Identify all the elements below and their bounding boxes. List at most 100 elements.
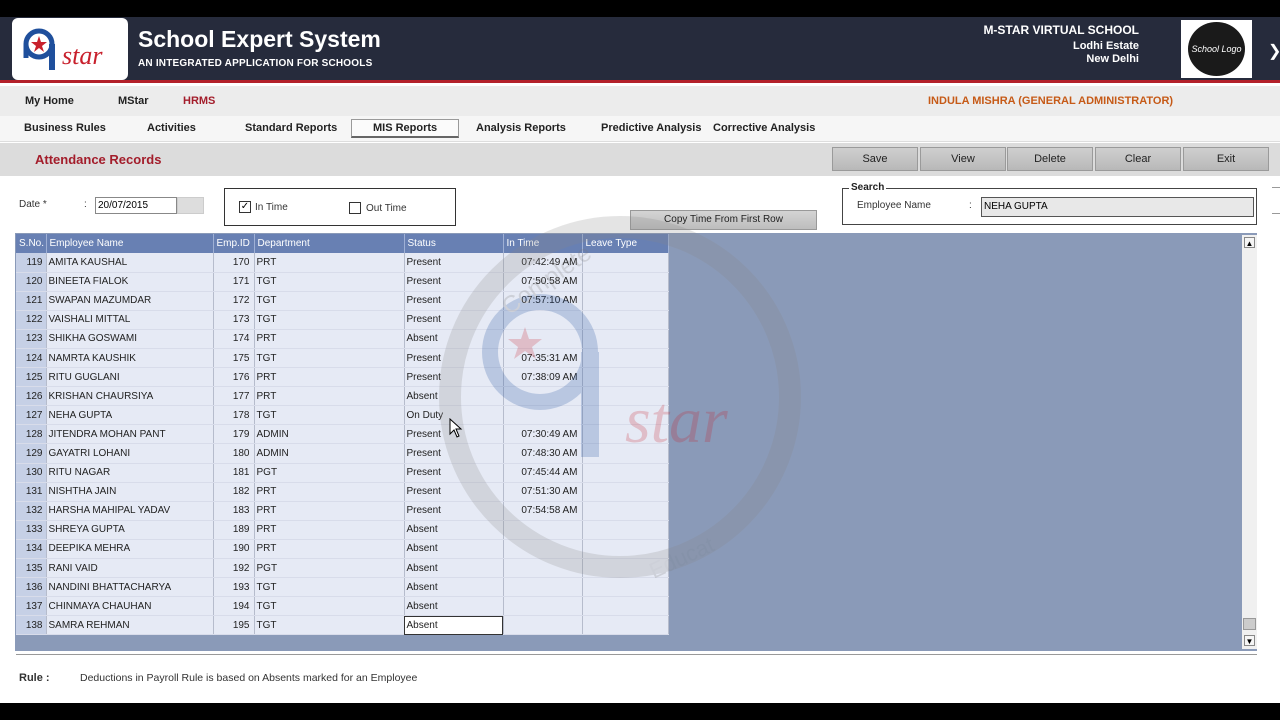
cell-department[interactable]: TGT [254, 291, 405, 311]
table-row[interactable]: 123 SHIKHA GOSWAMI 174 PRT Absent [16, 329, 669, 349]
cell-department[interactable]: ADMIN [254, 424, 405, 445]
cell-employee-name[interactable]: SAMRA REHMAN [46, 615, 214, 636]
cell-status[interactable]: Absent [404, 520, 504, 540]
table-row[interactable]: 137 CHINMAYA CHAUHAN 194 TGT Absent [16, 596, 669, 617]
cell-employee-name[interactable]: RITU NAGAR [46, 463, 214, 483]
cell-sno[interactable]: 125 [16, 367, 47, 388]
cell-employee-name[interactable]: BINEETA FIALOK [46, 272, 214, 292]
cell-in-time[interactable] [503, 386, 583, 407]
cell-emp-id[interactable]: 178 [213, 405, 255, 426]
view-button[interactable]: View [920, 147, 1006, 171]
nav-hrms[interactable]: HRMS [183, 95, 215, 107]
cell-status[interactable]: Present [404, 348, 504, 369]
cell-sno[interactable]: 135 [16, 558, 47, 579]
cell-in-time[interactable] [503, 520, 583, 540]
table-row[interactable]: 131 NISHTHA JAIN 182 PRT Present 07:51:30 AM [16, 482, 669, 502]
cell-leave-type[interactable] [582, 443, 669, 464]
cell-sno[interactable]: 119 [16, 253, 47, 273]
column-header-employee-name[interactable]: Employee Name [46, 234, 214, 253]
scroll-down-icon[interactable]: ▼ [1244, 635, 1255, 646]
cell-emp-id[interactable]: 179 [213, 424, 255, 445]
table-row[interactable]: 134 DEEPIKA MEHRA 190 PRT Absent [16, 539, 669, 560]
cell-emp-id[interactable]: 183 [213, 501, 255, 521]
cell-leave-type[interactable] [582, 253, 669, 273]
cell-status[interactable]: Absent [404, 615, 504, 636]
cell-status[interactable]: Absent [404, 596, 504, 617]
cell-sno[interactable]: 131 [16, 482, 47, 502]
cell-emp-id[interactable]: 195 [213, 615, 255, 636]
cell-in-time[interactable]: 07:35:31 AM [503, 348, 583, 369]
cell-in-time[interactable]: 07:50:58 AM [503, 272, 583, 292]
table-row[interactable]: 126 KRISHAN CHAURSIYA 177 PRT Absent [16, 386, 669, 407]
cell-department[interactable]: ADMIN [254, 443, 405, 464]
cell-employee-name[interactable]: SHIKHA GOSWAMI [46, 329, 214, 349]
cell-department[interactable]: PRT [254, 520, 405, 540]
cell-sno[interactable]: 137 [16, 596, 47, 617]
delete-button[interactable]: Delete [1007, 147, 1093, 171]
cell-employee-name[interactable]: SHREYA GUPTA [46, 520, 214, 540]
cell-emp-id[interactable]: 170 [213, 253, 255, 273]
cell-leave-type[interactable] [582, 405, 669, 426]
cell-employee-name[interactable]: HARSHA MAHIPAL YADAV [46, 501, 214, 521]
cell-sno[interactable]: 120 [16, 272, 47, 292]
column-header-leave-type[interactable]: Leave Type [582, 234, 669, 253]
in-time-checkbox[interactable]: ✓ [239, 201, 251, 213]
cell-in-time[interactable]: 07:51:30 AM [503, 482, 583, 502]
window-edge-icon[interactable]: ❯ [1268, 41, 1280, 61]
cell-in-time[interactable] [503, 596, 583, 617]
cell-leave-type[interactable] [582, 577, 669, 598]
cell-leave-type[interactable] [582, 424, 669, 445]
column-header-emp-id[interactable]: Emp.ID [213, 234, 255, 253]
cell-in-time[interactable]: 07:48:30 AM [503, 443, 583, 464]
cell-sno[interactable]: 127 [16, 405, 47, 426]
table-row[interactable]: 119 AMITA KAUSHAL 170 PRT Present 07:42:49 AM [16, 253, 669, 273]
table-row[interactable]: 127 NEHA GUPTA 178 TGT On Duty [16, 405, 669, 426]
cell-sno[interactable]: 136 [16, 577, 47, 598]
scroll-up-icon[interactable]: ▲ [1244, 237, 1255, 248]
nav-my-home[interactable]: My Home [25, 95, 74, 107]
cell-department[interactable]: TGT [254, 577, 405, 598]
cell-sno[interactable]: 132 [16, 501, 47, 521]
cell-emp-id[interactable]: 176 [213, 367, 255, 388]
cell-leave-type[interactable] [582, 482, 669, 502]
cell-sno[interactable]: 130 [16, 463, 47, 483]
cell-in-time[interactable]: 07:57:10 AM [503, 291, 583, 311]
cell-employee-name[interactable]: NAMRTA KAUSHIK [46, 348, 214, 369]
cell-employee-name[interactable]: GAYATRI LOHANI [46, 443, 214, 464]
cell-in-time[interactable] [503, 329, 583, 349]
cell-sno[interactable]: 121 [16, 291, 47, 311]
tab-business-rules[interactable]: Business Rules [24, 122, 106, 134]
cell-in-time[interactable]: 07:30:49 AM [503, 424, 583, 445]
table-row[interactable]: 124 NAMRTA KAUSHIK 175 TGT Present 07:35:31 A… [16, 348, 669, 369]
cell-status[interactable]: Present [404, 291, 504, 311]
date-field[interactable]: 20/07/2015 [95, 197, 177, 214]
cell-employee-name[interactable]: DEEPIKA MEHRA [46, 539, 214, 560]
cell-employee-name[interactable]: NISHTHA JAIN [46, 482, 214, 502]
cell-employee-name[interactable]: CHINMAYA CHAUHAN [46, 596, 214, 617]
scroll-thumb[interactable] [1243, 618, 1256, 630]
table-row[interactable]: 122 VAISHALI MITTAL 173 TGT Present [16, 310, 669, 330]
cell-status[interactable]: Present [404, 501, 504, 521]
tab-standard-reports[interactable]: Standard Reports [245, 122, 337, 134]
cell-leave-type[interactable] [582, 596, 669, 617]
cell-leave-type[interactable] [582, 348, 669, 369]
cell-status[interactable]: Absent [404, 577, 504, 598]
cell-department[interactable]: TGT [254, 310, 405, 330]
cell-emp-id[interactable]: 174 [213, 329, 255, 349]
cell-leave-type[interactable] [582, 310, 669, 330]
cell-status[interactable]: Present [404, 310, 504, 330]
exit-button[interactable]: Exit [1183, 147, 1269, 171]
table-row[interactable]: 125 RITU GUGLANI 176 PRT Present 07:38:09 AM [16, 367, 669, 388]
cell-department[interactable]: PRT [254, 386, 405, 407]
cell-in-time[interactable] [503, 558, 583, 579]
cell-in-time[interactable] [503, 615, 583, 636]
out-time-checkbox[interactable] [349, 202, 361, 214]
cell-emp-id[interactable]: 192 [213, 558, 255, 579]
cell-status[interactable]: Absent [404, 329, 504, 349]
cell-emp-id[interactable]: 194 [213, 596, 255, 617]
cell-employee-name[interactable]: SWAPAN MAZUMDAR [46, 291, 214, 311]
cell-leave-type[interactable] [582, 539, 669, 560]
cell-employee-name[interactable]: JITENDRA MOHAN PANT [46, 424, 214, 445]
column-header-department[interactable]: Department [254, 234, 405, 253]
cell-department[interactable]: TGT [254, 405, 405, 426]
